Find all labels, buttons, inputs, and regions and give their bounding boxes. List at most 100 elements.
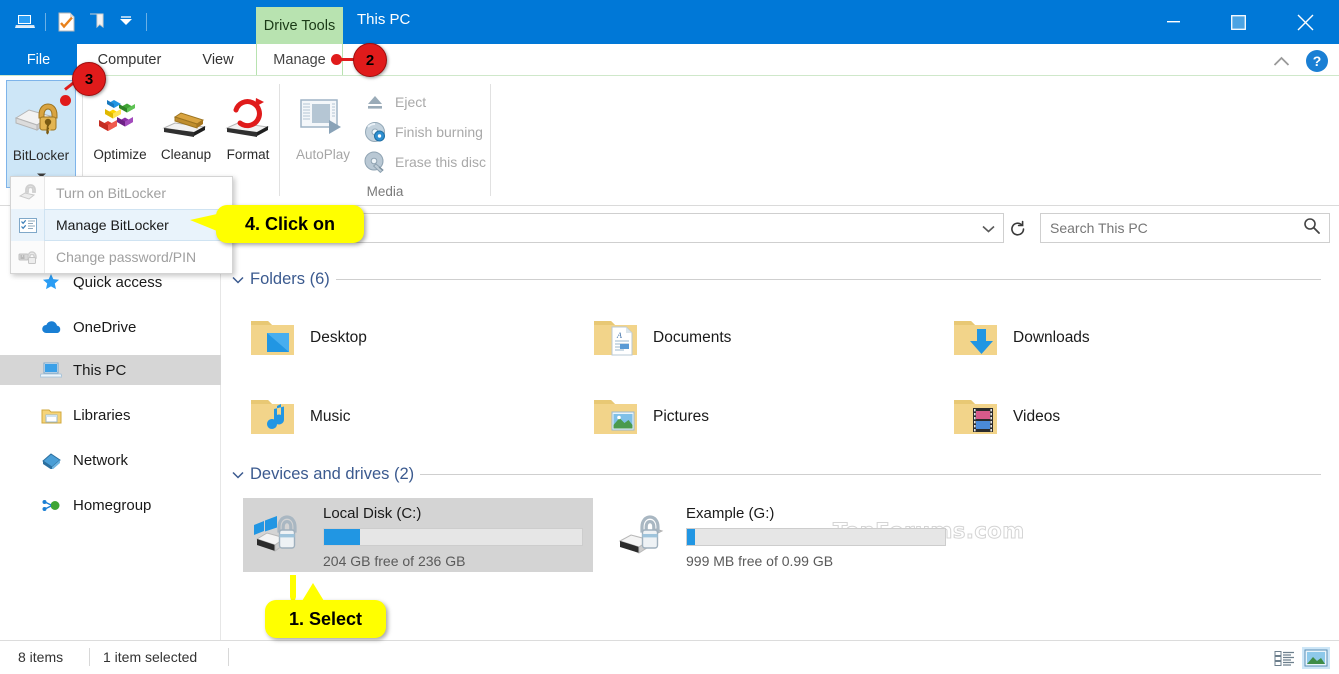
cleanup-icon xyxy=(159,86,213,142)
search-input[interactable]: Search This PC xyxy=(1040,213,1330,243)
network-icon xyxy=(38,449,64,471)
bitlocker-manage-icon xyxy=(11,209,45,241)
erase-this-disc-icon xyxy=(364,151,386,173)
sidebar-item-libraries[interactable]: Libraries xyxy=(0,400,221,430)
group-header-drives[interactable]: Devices and drives (2) xyxy=(231,465,1321,484)
contextual-tab-label: Drive Tools xyxy=(264,18,335,34)
callout-marker-2: 2 xyxy=(353,43,387,77)
capacity-bar xyxy=(686,528,946,546)
properties-icon[interactable] xyxy=(51,8,81,36)
maximize-icon[interactable] xyxy=(1206,0,1271,44)
sidebar-item-label: Libraries xyxy=(73,407,131,424)
new-folder-icon[interactable] xyxy=(81,8,111,36)
erase-disc-item[interactable]: Erase this disc xyxy=(364,147,486,177)
menu-item-turn-on-bitlocker[interactable]: Turn on BitLocker xyxy=(11,177,232,209)
status-divider-2 xyxy=(228,648,229,666)
status-item-count: 8 items xyxy=(18,649,63,665)
drive-item-example[interactable]: Example (G:) 999 MB free of 0.99 GB xyxy=(606,498,956,572)
sidebar-item-onedrive[interactable]: OneDrive xyxy=(0,312,221,342)
star-icon xyxy=(38,271,64,293)
chevron-down-icon[interactable] xyxy=(979,220,997,238)
details-view-icon[interactable] xyxy=(1270,647,1298,669)
cloud-icon xyxy=(38,316,64,338)
folder-videos-icon xyxy=(949,390,1003,444)
tab-view-label: View xyxy=(202,52,233,68)
drive-name: Example (G:) xyxy=(686,505,948,522)
file-explorer-window: Drive Tools This PC File Computer View M… xyxy=(0,0,1339,674)
eject-item[interactable]: Eject xyxy=(364,87,426,117)
cleanup-label: Cleanup xyxy=(161,148,211,163)
callout-badge-2: 2 xyxy=(353,43,387,77)
callout-tail-1 xyxy=(302,583,324,601)
ribbon-divider-3 xyxy=(490,84,491,196)
item-name: Music xyxy=(310,408,350,426)
file-list-pane: Folders (6) TenForums.com Desktop xyxy=(221,251,1339,640)
finish-burning-item[interactable]: Finish burning xyxy=(364,117,483,147)
erase-this-disc-label: Erase this disc xyxy=(395,154,486,170)
tab-view[interactable]: View xyxy=(182,44,254,76)
list-item[interactable]: Music xyxy=(246,390,350,444)
list-item[interactable]: Videos xyxy=(949,390,1060,444)
item-name: Desktop xyxy=(310,329,367,347)
usb-drive-locked-icon xyxy=(612,501,682,571)
format-button[interactable]: Format xyxy=(219,80,277,188)
window-title: This PC xyxy=(357,11,410,28)
callout-bubble-1: 1. Select xyxy=(265,600,386,638)
optimize-button[interactable]: Optimize xyxy=(87,80,153,188)
autoplay-icon xyxy=(298,86,348,142)
capacity-bar-fill xyxy=(324,529,360,545)
list-item[interactable]: A Documents xyxy=(589,311,731,365)
drive-name: Local Disk (C:) xyxy=(323,505,585,522)
tab-file-label: File xyxy=(27,52,50,68)
media-group-label: Media xyxy=(280,184,490,199)
minimize-icon[interactable] xyxy=(1141,0,1206,44)
qat-divider-2 xyxy=(146,13,147,31)
sidebar-item-this-pc[interactable]: This PC xyxy=(0,355,221,385)
large-icons-view-icon[interactable] xyxy=(1302,647,1330,669)
autoplay-label: AutoPlay xyxy=(296,148,350,163)
sidebar-item-homegroup[interactable]: Homegroup xyxy=(0,490,221,520)
sidebar-item-label: OneDrive xyxy=(73,319,136,336)
menu-item-change-password-pin[interactable]: Change password/PIN xyxy=(11,241,232,273)
capacity-bar-fill xyxy=(687,529,695,545)
item-name: Videos xyxy=(1013,408,1060,426)
cleanup-button[interactable]: Cleanup xyxy=(155,80,217,188)
group-rule xyxy=(336,279,1321,280)
list-item[interactable]: Desktop xyxy=(246,311,367,365)
help-icon[interactable]: ? xyxy=(1305,49,1329,73)
qat-divider-1 xyxy=(45,13,46,31)
collapse-ribbon-icon[interactable] xyxy=(1269,50,1293,72)
chevron-down-icon[interactable] xyxy=(231,273,244,286)
this-pc-icon xyxy=(38,359,64,381)
folder-documents-icon: A xyxy=(589,311,643,365)
customize-dropdown-icon[interactable] xyxy=(111,8,141,36)
refresh-icon[interactable] xyxy=(1007,219,1029,239)
group-header-folders[interactable]: Folders (6) xyxy=(231,270,1321,289)
sidebar-item-label: This PC xyxy=(73,362,126,379)
tab-manage-label: Manage xyxy=(273,52,325,68)
status-selection: 1 item selected xyxy=(103,649,197,665)
autoplay-button[interactable]: AutoPlay xyxy=(286,80,360,188)
this-pc-icon[interactable] xyxy=(10,8,40,36)
close-icon[interactable] xyxy=(1271,0,1339,44)
callout-marker-3: 3 xyxy=(72,62,106,96)
local-disk-locked-icon xyxy=(249,501,319,571)
ribbon-tab-strip: File Computer View Manage ? xyxy=(0,44,1339,76)
tab-file[interactable]: File xyxy=(0,44,77,76)
sidebar-item-label: Homegroup xyxy=(73,497,151,514)
sidebar-item-network[interactable]: Network xyxy=(0,445,221,475)
item-name: Pictures xyxy=(653,408,709,426)
folder-desktop-icon xyxy=(246,311,300,365)
drive-info: Local Disk (C:) 204 GB free of 236 GB xyxy=(323,505,585,569)
tab-manage[interactable]: Manage xyxy=(256,44,343,76)
search-icon[interactable] xyxy=(1303,217,1320,239)
contextual-tab-drive-tools[interactable]: Drive Tools xyxy=(256,7,343,44)
chevron-down-icon[interactable] xyxy=(231,468,244,481)
drive-item-local-disk[interactable]: Local Disk (C:) 204 GB free of 236 GB xyxy=(243,498,593,572)
navigation-pane: Quick access OneDrive This PC xyxy=(0,251,221,640)
status-divider-1 xyxy=(89,648,90,666)
list-item[interactable]: Pictures xyxy=(589,390,709,444)
group-title: Folders (6) xyxy=(250,270,330,289)
libraries-icon xyxy=(38,404,64,426)
list-item[interactable]: Downloads xyxy=(949,311,1090,365)
